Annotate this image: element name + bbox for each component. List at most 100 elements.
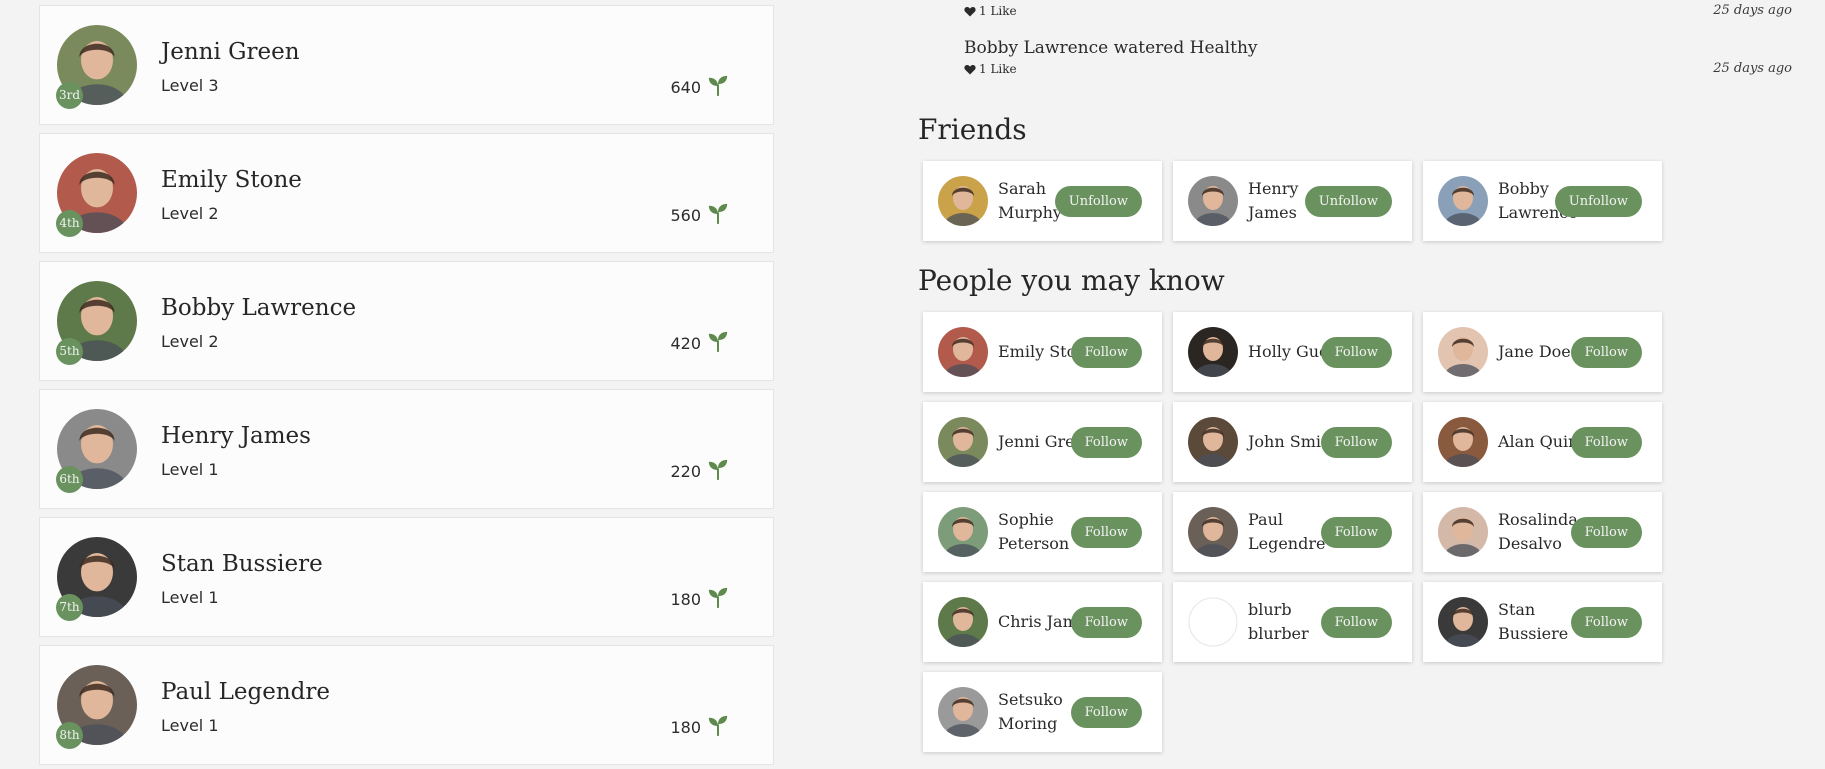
activity-time: 25 days ago bbox=[1713, 3, 1792, 18]
sprout-icon bbox=[708, 203, 728, 225]
follow-button[interactable]: Follow bbox=[1320, 337, 1392, 368]
person-card: Jenni Green Follow bbox=[923, 402, 1162, 482]
activity-likes[interactable]: 1 Like bbox=[964, 4, 1017, 18]
avatar[interactable] bbox=[938, 417, 988, 467]
player-points: 180 bbox=[670, 718, 701, 737]
heart-icon bbox=[964, 64, 976, 74]
person-card: Chris James Follow bbox=[923, 582, 1162, 662]
player-level: Level 1 bbox=[161, 588, 219, 607]
follow-button[interactable]: Follow bbox=[1570, 517, 1642, 548]
avatar[interactable] bbox=[1438, 507, 1488, 557]
follow-button[interactable]: Follow bbox=[1570, 337, 1642, 368]
sprout-icon bbox=[708, 75, 728, 97]
person-card: Bobby Lawrence Unfollow bbox=[1423, 161, 1662, 241]
like-count: 1 Like bbox=[979, 4, 1017, 18]
avatar[interactable] bbox=[1438, 417, 1488, 467]
unfollow-button[interactable]: Unfollow bbox=[1054, 186, 1142, 217]
follow-button[interactable]: Follow bbox=[1070, 607, 1142, 638]
player-points: 180 bbox=[670, 590, 701, 609]
person-card: Paul Legendre Follow bbox=[1173, 492, 1412, 572]
player-name[interactable]: Paul Legendre bbox=[161, 679, 330, 705]
player-level: Level 3 bbox=[161, 76, 219, 95]
avatar-portrait bbox=[938, 417, 988, 467]
avatar[interactable] bbox=[1188, 417, 1238, 467]
avatar[interactable] bbox=[1188, 327, 1238, 377]
player-points: 220 bbox=[670, 462, 701, 481]
player-points: 420 bbox=[670, 334, 701, 353]
avatar[interactable] bbox=[938, 327, 988, 377]
sprout-icon bbox=[708, 715, 728, 737]
player-points: 560 bbox=[670, 206, 701, 225]
player-level: Level 2 bbox=[161, 204, 219, 223]
avatar-portrait bbox=[938, 687, 988, 737]
rank-badge: 4th bbox=[56, 210, 83, 237]
rank-badge: 7th bbox=[56, 594, 83, 621]
leaderboard-row[interactable]: 5th Bobby Lawrence Level 2 420 bbox=[39, 261, 774, 381]
avatar-portrait bbox=[938, 507, 988, 557]
follow-button[interactable]: Follow bbox=[1320, 517, 1392, 548]
avatar-portrait bbox=[1188, 176, 1238, 226]
person-name[interactable]: Jane Doe bbox=[1498, 312, 1571, 392]
avatar[interactable] bbox=[1188, 176, 1238, 226]
like-count: 1 Like bbox=[979, 62, 1017, 76]
avatar-portrait bbox=[938, 176, 988, 226]
follow-button[interactable]: Follow bbox=[1320, 427, 1392, 458]
avatar[interactable] bbox=[938, 687, 988, 737]
player-level: Level 2 bbox=[161, 332, 219, 351]
follow-button[interactable]: Follow bbox=[1070, 517, 1142, 548]
person-card: Jane Doe Follow bbox=[1423, 312, 1662, 392]
leaderboard-row[interactable]: 6th Henry James Level 1 220 bbox=[39, 389, 774, 509]
player-name[interactable]: Stan Bussiere bbox=[161, 551, 323, 577]
leaderboard-list: 3rd Jenni Green Level 3 640 4th Emily Stone Le… bbox=[39, 5, 774, 769]
unfollow-button[interactable]: Unfollow bbox=[1304, 186, 1392, 217]
person-card: Setsuko Moring Follow bbox=[923, 672, 1162, 752]
follow-button[interactable]: Follow bbox=[1570, 607, 1642, 638]
avatar[interactable] bbox=[1188, 597, 1238, 647]
avatar[interactable] bbox=[1438, 176, 1488, 226]
follow-button[interactable]: Follow bbox=[1070, 337, 1142, 368]
avatar-portrait bbox=[938, 597, 988, 647]
follow-button[interactable]: Follow bbox=[1070, 427, 1142, 458]
avatar[interactable] bbox=[938, 507, 988, 557]
avatar-portrait bbox=[1188, 417, 1238, 467]
avatar-portrait bbox=[1438, 417, 1488, 467]
avatar[interactable] bbox=[1438, 327, 1488, 377]
avatar-portrait bbox=[1438, 597, 1488, 647]
player-name[interactable]: Henry James bbox=[161, 423, 311, 449]
rank-badge: 5th bbox=[56, 338, 83, 365]
person-card: Holly Gueye Follow bbox=[1173, 312, 1412, 392]
avatar[interactable] bbox=[1188, 507, 1238, 557]
player-name[interactable]: Bobby Lawrence bbox=[161, 295, 356, 321]
person-card: Stan Bussiere Follow bbox=[1423, 582, 1662, 662]
person-card: Rosalinda Desalvo Follow bbox=[1423, 492, 1662, 572]
leaderboard-row[interactable]: 8th Paul Legendre Level 1 180 bbox=[39, 645, 774, 765]
heart-icon bbox=[964, 6, 976, 16]
leaderboard-row[interactable]: 4th Emily Stone Level 2 560 bbox=[39, 133, 774, 253]
avatar[interactable] bbox=[938, 176, 988, 226]
leaderboard-row[interactable]: 3rd Jenni Green Level 3 640 bbox=[39, 5, 774, 125]
avatar-portrait bbox=[1188, 327, 1238, 377]
avatar[interactable] bbox=[1438, 597, 1488, 647]
avatar-placeholder bbox=[1188, 597, 1238, 647]
person-card: John Smith Follow bbox=[1173, 402, 1412, 482]
player-level: Level 1 bbox=[161, 716, 219, 735]
player-name[interactable]: Jenni Green bbox=[161, 39, 300, 65]
person-card: Sarah Murphy Unfollow bbox=[923, 161, 1162, 241]
sprout-icon bbox=[708, 331, 728, 353]
leaderboard-row[interactable]: 7th Stan Bussiere Level 1 180 bbox=[39, 517, 774, 637]
rank-badge: 3rd bbox=[56, 82, 83, 109]
avatar-portrait bbox=[1188, 507, 1238, 557]
suggestions-heading: People you may know bbox=[918, 264, 1225, 297]
player-name[interactable]: Emily Stone bbox=[161, 167, 302, 193]
follow-button[interactable]: Follow bbox=[1570, 427, 1642, 458]
person-card: blurb blurber Follow bbox=[1173, 582, 1412, 662]
player-points: 640 bbox=[670, 78, 701, 97]
rank-badge: 6th bbox=[56, 466, 83, 493]
avatar[interactable] bbox=[938, 597, 988, 647]
player-level: Level 1 bbox=[161, 460, 219, 479]
activity-likes[interactable]: 1 Like bbox=[964, 62, 1017, 76]
activity-text: Bobby Lawrence watered Healthy bbox=[964, 38, 1258, 58]
follow-button[interactable]: Follow bbox=[1320, 607, 1392, 638]
follow-button[interactable]: Follow bbox=[1070, 697, 1142, 728]
unfollow-button[interactable]: Unfollow bbox=[1554, 186, 1642, 217]
